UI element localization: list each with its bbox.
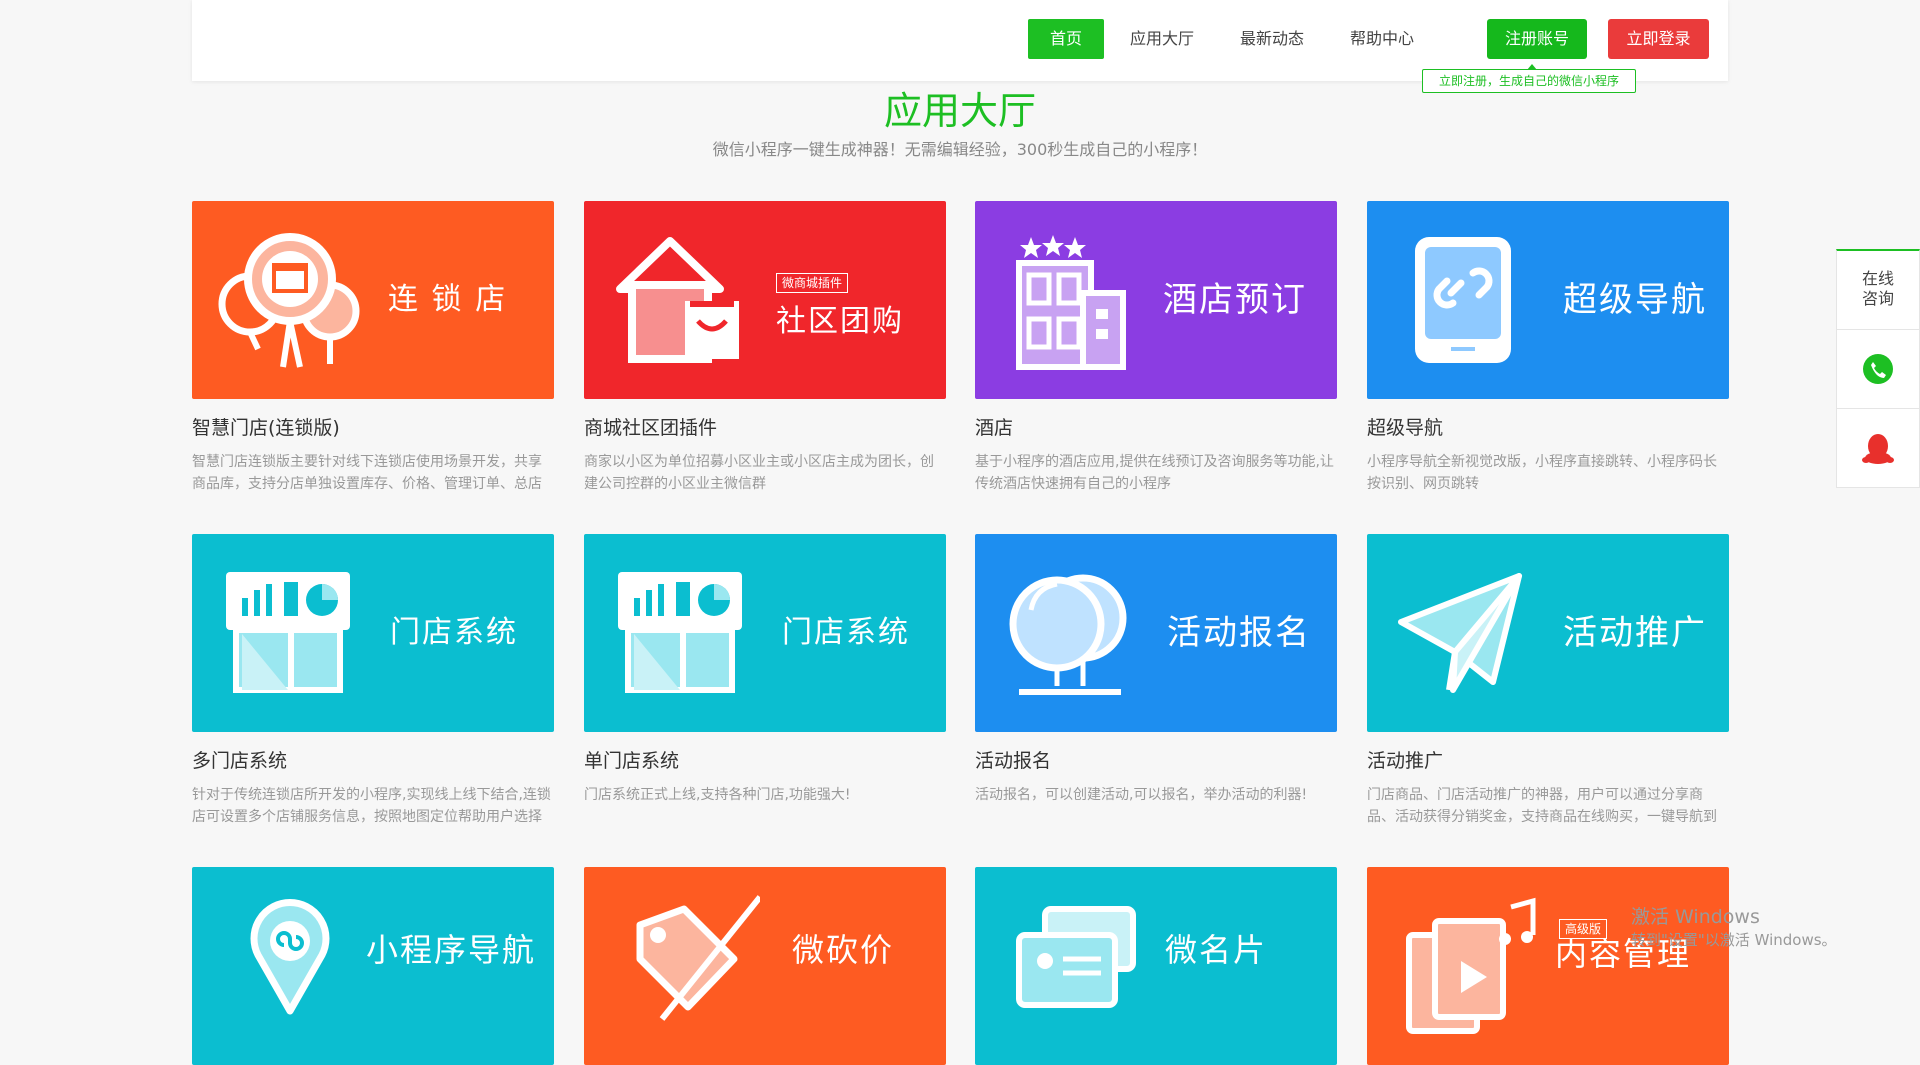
map-pin-icon — [250, 899, 330, 1015]
windows-activation-watermark: 激活 Windows — [1631, 906, 1760, 928]
store-chart-icon — [226, 572, 350, 693]
app-desc: 商家以小区为单位招募小区业主或小区店主成为团长，创建公司控群的小区业主微信群 — [584, 454, 934, 492]
hotel-building-icon — [1016, 235, 1126, 370]
login-button[interactable]: 立即登录 — [1608, 19, 1709, 59]
business-card-icon — [1016, 906, 1136, 1008]
app-desc: 门店商品、门店活动推广的神器，用户可以通过分享商品、活动获得分销奖金，支持商品在… — [1367, 787, 1717, 825]
nav-help-center[interactable]: 帮助中心 — [1337, 19, 1427, 59]
floating-contact-bar: 在线 咨询 — [1836, 249, 1920, 488]
app-desc: 门店系统正式上线,支持各种门店,功能强大! — [584, 787, 851, 803]
app-title[interactable]: 活动推广 — [1367, 746, 1443, 773]
app-desc: 基于小程序的酒店应用,提供在线预订及咨询服务等功能,让传统酒店快速拥有自己的小程… — [975, 454, 1334, 492]
banner-text: 门店系统 — [390, 615, 518, 650]
banner-text: 门店系统 — [782, 615, 910, 650]
banner-text: 小程序导航 — [366, 931, 537, 969]
balloons-icon — [1009, 574, 1127, 695]
app-desc: 智慧门店连锁版主要针对线下连锁店使用场景开发，共享商品库，支持分店单独设置库存、… — [192, 454, 542, 492]
app-title[interactable]: 超级导航 — [1367, 413, 1443, 440]
app-banner[interactable]: 小程序导航 — [192, 867, 554, 1065]
store-chart-icon — [618, 572, 742, 693]
register-button[interactable]: 注册账号 — [1487, 19, 1587, 59]
banner-text: 酒店预订 — [1163, 280, 1307, 320]
app-title[interactable]: 多门店系统 — [192, 746, 287, 773]
online-consult-button[interactable]: 在线 咨询 — [1837, 251, 1919, 330]
app-banner[interactable]: 高级版 内容管理 — [1367, 867, 1729, 1065]
app-banner[interactable]: 微砍价 — [584, 867, 946, 1065]
app-banner[interactable]: 酒店预订 — [975, 201, 1337, 399]
app-title[interactable]: 活动报名 — [975, 746, 1051, 773]
app-title[interactable]: 酒店 — [975, 413, 1013, 440]
page-title: 应用大厅 — [883, 89, 1036, 133]
page-subtitle: 微信小程序一键生成神器！无需编辑经验，300秒生成自己的小程序！ — [712, 140, 1208, 159]
paper-plane-icon — [1398, 573, 1522, 693]
app-desc: 小程序导航全新视觉改版，小程序直接跳转、小程序码长按识别、网页跳转 — [1367, 454, 1717, 492]
app-desc: 活动报名，可以创建活动,可以报名，举办活动的利器! — [975, 787, 1308, 803]
app-title[interactable]: 单门店系统 — [584, 746, 679, 773]
app-banner[interactable]: 连 锁 店 — [192, 201, 554, 399]
consult-line-2: 咨询 — [1861, 289, 1894, 308]
banner-text: 微名片 — [1165, 931, 1268, 969]
banner-text: 超级导航 — [1563, 280, 1707, 320]
banner-text: 活动报名 — [1167, 613, 1311, 653]
banner-text: 内容管理 — [1555, 935, 1692, 973]
media-file-icon — [1406, 897, 1536, 1034]
nav-home[interactable]: 首页 — [1028, 19, 1104, 59]
app-banner[interactable]: 门店系统 — [192, 534, 554, 732]
price-tag-icon — [636, 895, 760, 1021]
phone-button[interactable] — [1837, 330, 1919, 409]
app-banner[interactable]: 活动推广 — [1367, 534, 1729, 732]
nav-app-hall[interactable]: 应用大厅 — [1117, 19, 1207, 59]
nav-latest-news[interactable]: 最新动态 — [1225, 19, 1319, 59]
banner-text: 活动推广 — [1563, 613, 1707, 653]
app-banner[interactable]: 超级导航 — [1367, 201, 1729, 399]
tablet-link-icon — [1415, 237, 1511, 363]
windows-activation-hint: 转到"设置"以激活 Windows。 — [1631, 931, 1837, 949]
store-balloons-icon — [218, 233, 360, 368]
app-banner[interactable]: 微名片 — [975, 867, 1337, 1065]
app-desc: 针对于传统连锁店所开发的小程序,实现线上线下结合,连锁店可设置多个店铺服务信息，… — [192, 787, 551, 825]
app-title[interactable]: 商城社区团插件 — [584, 413, 717, 440]
phone-icon — [1863, 354, 1893, 384]
house-bag-icon — [616, 237, 739, 363]
app-title[interactable]: 智慧门店(连锁版) — [192, 413, 340, 440]
banner-text: 连 锁 店 — [388, 282, 508, 317]
consult-line-1: 在线 — [1861, 269, 1894, 288]
banner-text: 微砍价 — [792, 931, 895, 969]
app-banner[interactable]: 微商城插件 社区团购 — [584, 201, 946, 399]
app-banner[interactable]: 门店系统 — [584, 534, 946, 732]
online-consult-label: 在线 咨询 — [1837, 269, 1919, 309]
qq-button[interactable] — [1837, 409, 1919, 487]
banner-text: 社区团购 — [776, 304, 904, 339]
app-banner[interactable]: 活动报名 — [975, 534, 1337, 732]
qq-penguin-icon — [1862, 434, 1894, 464]
